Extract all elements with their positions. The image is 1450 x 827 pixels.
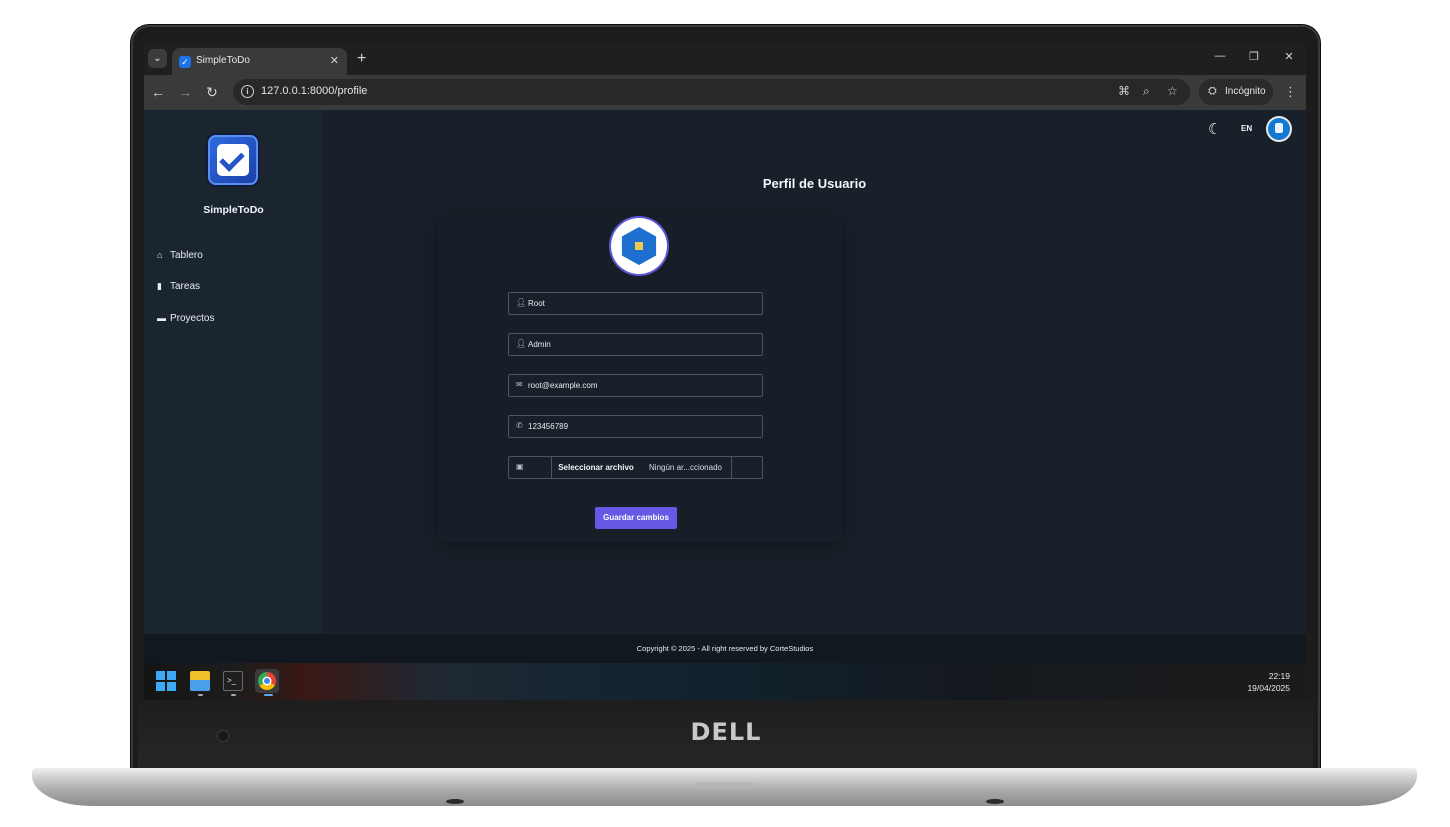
- sidebar-item-label: Tablero: [170, 250, 203, 261]
- active-indicator: [264, 694, 273, 696]
- terminal-icon[interactable]: >_: [223, 671, 243, 691]
- save-changes-button[interactable]: Guardar cambios: [595, 507, 677, 529]
- sidebar-item-tareas[interactable]: ▮ Tareas: [157, 281, 200, 299]
- sidebar-item-proyectos[interactable]: ▬ Proyectos: [157, 313, 214, 331]
- folder-icon: ▬: [157, 313, 166, 323]
- last-name-input[interactable]: [528, 338, 756, 351]
- file-explorer-icon[interactable]: [190, 671, 210, 691]
- dark-mode-moon-icon[interactable]: ☾: [1208, 120, 1221, 138]
- tab-search-button[interactable]: ⌄: [148, 49, 167, 68]
- restore-icon[interactable]: ❐: [1244, 50, 1264, 63]
- screen: ⌄ ✓ SimpleToDo ✕ + — ❐ ✕ ← → ↻ i 127.0.0…: [144, 44, 1306, 700]
- app-logo[interactable]: [208, 135, 258, 185]
- incognito-label: Incógnito: [1225, 86, 1266, 97]
- laptop-foot: [986, 799, 1004, 804]
- minimize-icon[interactable]: —: [1210, 50, 1230, 62]
- taskbar: >_ 22:19 19/04/2025: [144, 663, 1306, 700]
- webcam: [216, 729, 230, 743]
- app: SimpleToDo ⌂ Tablero ▮ Tareas ▬ Proyectos ☾…: [144, 110, 1306, 634]
- laptop-foot: [446, 799, 464, 804]
- phone-field[interactable]: ✆: [508, 415, 763, 438]
- running-indicator: [231, 694, 236, 696]
- user-icon: 👤︎: [516, 298, 527, 307]
- profile-logo-icon: [621, 227, 657, 265]
- page-title: Perfil de Usuario: [762, 176, 867, 191]
- phone-icon: ✆: [516, 421, 523, 430]
- file-status-text: Ningún ar...ccionado: [640, 457, 732, 478]
- favicon-icon: ✓: [179, 56, 191, 68]
- translate-icon[interactable]: ⌘: [1118, 84, 1130, 98]
- address-bar[interactable]: i 127.0.0.1:8000/profile ⌘ ⌕ ☆: [233, 79, 1190, 105]
- bookmark-star-icon[interactable]: ☆: [1167, 84, 1178, 98]
- clock-time: 22:19: [1268, 671, 1290, 681]
- dell-logo: DELL: [690, 718, 762, 746]
- email-input[interactable]: [528, 379, 756, 392]
- first-name-field[interactable]: 👤︎: [508, 292, 763, 315]
- envelope-icon: ✉: [516, 380, 523, 389]
- back-icon[interactable]: ←: [149, 83, 167, 101]
- sidebar: SimpleToDo ⌂ Tablero ▮ Tareas ▬ Proyectos: [144, 110, 323, 634]
- browser-toolbar: ← → ↻ i 127.0.0.1:8000/profile ⌘ ⌕ ☆ ⛭ I…: [144, 75, 1306, 110]
- sidebar-item-label: Proyectos: [170, 313, 215, 324]
- image-icon: ▣: [516, 462, 524, 471]
- tab-title: SimpleToDo: [196, 55, 250, 66]
- profile-picture[interactable]: [611, 218, 667, 274]
- avatar-upload-field[interactable]: ▣ Seleccionar archivo Ningún ar...cciona…: [508, 456, 763, 479]
- first-name-input[interactable]: [528, 297, 756, 310]
- choose-file-button[interactable]: Seleccionar archivo: [551, 457, 640, 478]
- check-icon: [217, 144, 249, 176]
- phone-input[interactable]: [528, 420, 756, 433]
- laptop-base: [32, 768, 1417, 806]
- url-text: 127.0.0.1:8000/profile: [261, 85, 368, 97]
- user-icon: 👤︎: [516, 339, 527, 348]
- new-tab-button[interactable]: +: [357, 49, 366, 68]
- home-icon: ⌂: [157, 250, 163, 260]
- browser-menu-icon[interactable]: ⋮: [1284, 84, 1297, 100]
- close-tab-icon[interactable]: ✕: [330, 54, 339, 67]
- clock-date: 19/04/2025: [1247, 683, 1290, 693]
- running-indicator: [198, 694, 203, 696]
- sidebar-item-tablero[interactable]: ⌂ Tablero: [157, 250, 203, 268]
- chrome-icon[interactable]: [255, 669, 279, 693]
- close-window-icon[interactable]: ✕: [1279, 50, 1299, 63]
- language-toggle[interactable]: EN: [1241, 124, 1252, 133]
- forward-icon[interactable]: →: [176, 83, 194, 101]
- reload-icon[interactable]: ↻: [203, 83, 221, 101]
- system-clock[interactable]: 22:19 19/04/2025: [1247, 670, 1290, 694]
- footer: Copyright © 2025 - All right reserved by…: [144, 634, 1306, 663]
- browser-tab[interactable]: ✓ SimpleToDo ✕: [172, 48, 347, 75]
- laptop-notch: [696, 782, 754, 787]
- last-name-field[interactable]: 👤︎: [508, 333, 763, 356]
- tab-bar: ⌄ ✓ SimpleToDo ✕ + — ❐ ✕: [144, 44, 1306, 75]
- brand-name: SimpleToDo: [203, 204, 264, 216]
- user-avatar[interactable]: [1268, 118, 1290, 140]
- sidebar-item-label: Tareas: [170, 281, 201, 292]
- incognito-badge[interactable]: ⛭ Incógnito: [1199, 79, 1273, 105]
- zoom-icon[interactable]: ⌕: [1143, 84, 1150, 99]
- windows-start-icon[interactable]: [156, 671, 176, 691]
- email-field[interactable]: ✉: [508, 374, 763, 397]
- incognito-icon: ⛭: [1208, 85, 1217, 97]
- clipboard-icon: ▮: [157, 281, 162, 291]
- site-info-icon[interactable]: i: [241, 85, 254, 98]
